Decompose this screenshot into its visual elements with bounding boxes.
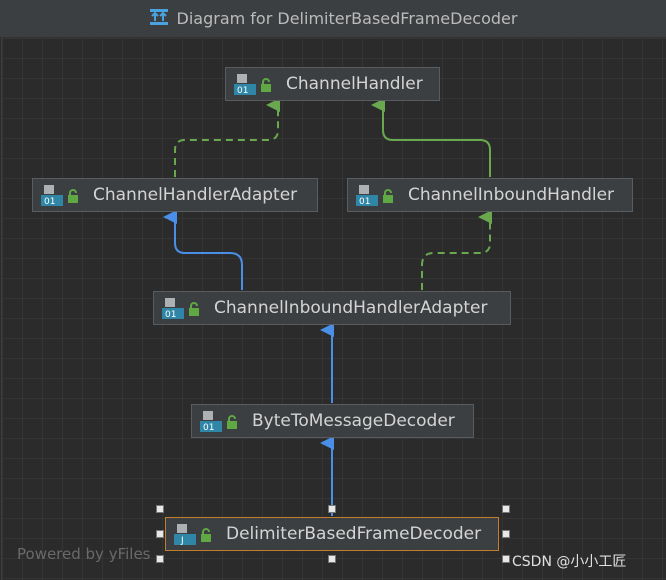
resize-handle-right[interactable] xyxy=(502,530,510,538)
public-lock-icon xyxy=(226,414,238,429)
public-lock-icon xyxy=(67,188,79,203)
class-icon: 01 xyxy=(41,184,63,207)
powered-by-label: Powered by yFiles xyxy=(17,545,151,563)
public-lock-icon xyxy=(382,188,394,203)
node-byte-to-message-decoder[interactable]: 01 ByteToMessageDecoder xyxy=(191,404,474,438)
resize-handle-bottom-right[interactable] xyxy=(502,555,510,563)
java-class-icon: J xyxy=(174,523,196,546)
node-label: DelimiterBasedFrameDecoder xyxy=(226,524,482,544)
edge-inbound-adapter-implements-inbound xyxy=(421,210,492,290)
resize-handle-left[interactable] xyxy=(156,530,164,538)
node-label: ByteToMessageDecoder xyxy=(252,411,455,431)
public-lock-icon xyxy=(260,77,272,92)
svg-text:01: 01 xyxy=(203,423,214,432)
interface-icon: 01 xyxy=(234,73,256,96)
edge-inbound-extends-handler xyxy=(371,98,491,177)
svg-text:01: 01 xyxy=(359,197,370,206)
node-channel-inbound-handler[interactable]: 01 ChannelInboundHandler xyxy=(347,178,633,212)
svg-text:01: 01 xyxy=(237,86,248,95)
svg-text:01: 01 xyxy=(165,310,176,319)
edge-inbound-adapter-extends-adapter xyxy=(163,210,243,290)
edge-adapter-implements-handler xyxy=(174,98,280,177)
resize-handle-top-right[interactable] xyxy=(502,505,510,513)
svg-text:01: 01 xyxy=(44,197,55,206)
public-lock-icon xyxy=(188,301,200,316)
interface-icon: 01 xyxy=(356,184,378,207)
class-icon: 01 xyxy=(162,297,184,320)
resize-handle-top[interactable] xyxy=(328,505,336,513)
node-label: ChannelHandlerAdapter xyxy=(93,185,298,205)
node-channel-handler[interactable]: 01 ChannelHandler xyxy=(225,67,440,101)
node-label: ChannelHandler xyxy=(286,74,423,94)
node-channel-inbound-handler-adapter[interactable]: 01 ChannelInboundHandlerAdapter xyxy=(153,291,511,325)
node-label: ChannelInboundHandler xyxy=(408,185,615,205)
node-label: ChannelInboundHandlerAdapter xyxy=(214,298,488,318)
resize-handle-bottom[interactable] xyxy=(328,555,336,563)
node-delimiter-based-frame-decoder[interactable]: J DelimiterBasedFrameDecoder xyxy=(165,517,499,551)
watermark: CSDN @小小工匠 xyxy=(512,554,627,570)
resize-handle-top-left[interactable] xyxy=(156,505,164,513)
node-channel-handler-adapter[interactable]: 01 ChannelHandlerAdapter xyxy=(32,178,318,212)
resize-handle-bottom-left[interactable] xyxy=(156,555,164,563)
svg-text:J: J xyxy=(180,536,184,545)
public-lock-icon xyxy=(200,527,212,542)
abstract-class-icon: 01 xyxy=(200,410,222,433)
